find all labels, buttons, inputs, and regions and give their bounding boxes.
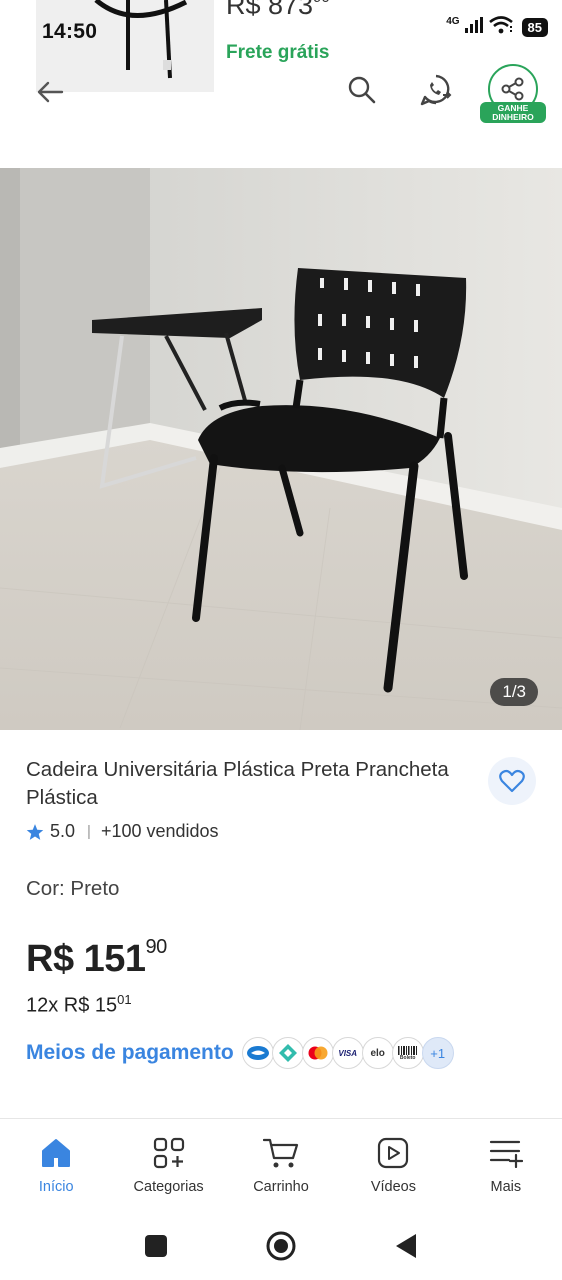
network-type: 4G [446,16,460,27]
circle-icon [266,1231,296,1261]
categories-icon [149,1133,189,1173]
arrow-left-icon [37,81,64,103]
installments-prefix: 12x R$ 15 [26,994,118,1017]
share-earn-button[interactable]: GANHE DINHEIRO [480,62,546,128]
earn-money-badge: GANHE DINHEIRO [480,102,546,123]
search-button[interactable] [342,70,382,110]
rating-row[interactable]: 5.0 | +100 vendidos [26,821,219,842]
share-icon [501,77,524,101]
product-photo [0,168,562,730]
triangle-back-icon [396,1234,416,1258]
search-icon [348,76,376,104]
battery-indicator: 85 [521,18,548,37]
mastercard-icon [301,1037,334,1069]
visa-icon: VISA [331,1037,364,1069]
product-price: R$ 15190 [26,936,168,981]
nav-item-more[interactable]: Mais [450,1119,562,1208]
status-time: 14:50 [42,20,98,43]
wifi-icon [488,16,514,39]
bottom-navigation: Início Categorias Carrinho Vídeos Mais [0,1118,562,1208]
nav-item-cart[interactable]: Carrinho [225,1119,337,1208]
recent-apps-button[interactable] [140,1230,172,1262]
cart-icon [261,1133,301,1173]
sold-count: +100 vendidos [100,821,219,841]
menu-more-icon [486,1133,526,1173]
favorite-button[interactable] [488,757,536,805]
nav-item-videos[interactable]: Vídeos [337,1119,449,1208]
price-whole: R$ 151 [26,938,146,980]
whatsapp-share-button[interactable] [416,70,456,110]
pix-icon [271,1037,304,1069]
free-shipping-label: Frete grátis [226,42,330,63]
whatsapp-icon [420,74,452,106]
back-button[interactable] [28,70,72,114]
nav-label-categories: Categorias [133,1179,204,1195]
square-icon [145,1235,167,1257]
payment-methods-link[interactable]: Meios de pagamento [26,1041,234,1065]
signal-icon [464,17,484,38]
sticky-price-whole: R$ 873 [226,0,314,20]
status-icons: 4G 85 [446,16,548,39]
back-system-button[interactable] [390,1230,422,1262]
boleto-icon: Boleto [391,1037,424,1069]
nav-label-home: Início [38,1179,74,1195]
home-system-button[interactable] [265,1230,297,1262]
more-payment-methods[interactable]: +1 [421,1037,454,1069]
product-title: Cadeira Universitária Plástica Preta Pra… [26,758,449,809]
product-header: 14:50 R$ 87390 Frete grátis 4G 85 GANHED… [0,0,562,168]
nav-label-more: Mais [490,1179,522,1195]
payment-icons: VISA elo Boleto +1 [241,1037,454,1069]
nav-label-videos: Vídeos [370,1179,416,1195]
sticky-price: R$ 87390 [226,0,330,21]
nav-label-cart: Carrinho [253,1179,309,1195]
product-image-gallery[interactable]: 1/3 [0,168,562,730]
video-play-icon [373,1133,413,1173]
sticky-price-cents: 90 [313,0,330,6]
nav-item-categories[interactable]: Categorias [112,1119,224,1208]
rating-separator: | [87,823,91,840]
price-cents: 90 [145,936,168,959]
mercado-pago-icon [241,1037,274,1069]
elo-icon: elo [361,1037,394,1069]
earn-badge-line2: DINHEIRO [492,112,534,122]
system-navigation-bar [0,1208,562,1280]
color-selector[interactable]: Cor: Preto [26,877,119,901]
image-page-counter: 1/3 [490,678,538,706]
installments-cents: 01 [117,992,132,1007]
boleto-label: Boleto [399,1054,416,1061]
nav-item-home[interactable]: Início [0,1119,112,1208]
heart-icon [499,769,525,793]
payment-methods-row[interactable]: Meios de pagamento VISA elo Boleto +1 [26,1037,454,1069]
star-icon [26,823,44,840]
home-icon [36,1133,76,1173]
installments-info: 12x R$ 1501 [26,992,132,1018]
rating-value: 5.0 [50,821,76,841]
